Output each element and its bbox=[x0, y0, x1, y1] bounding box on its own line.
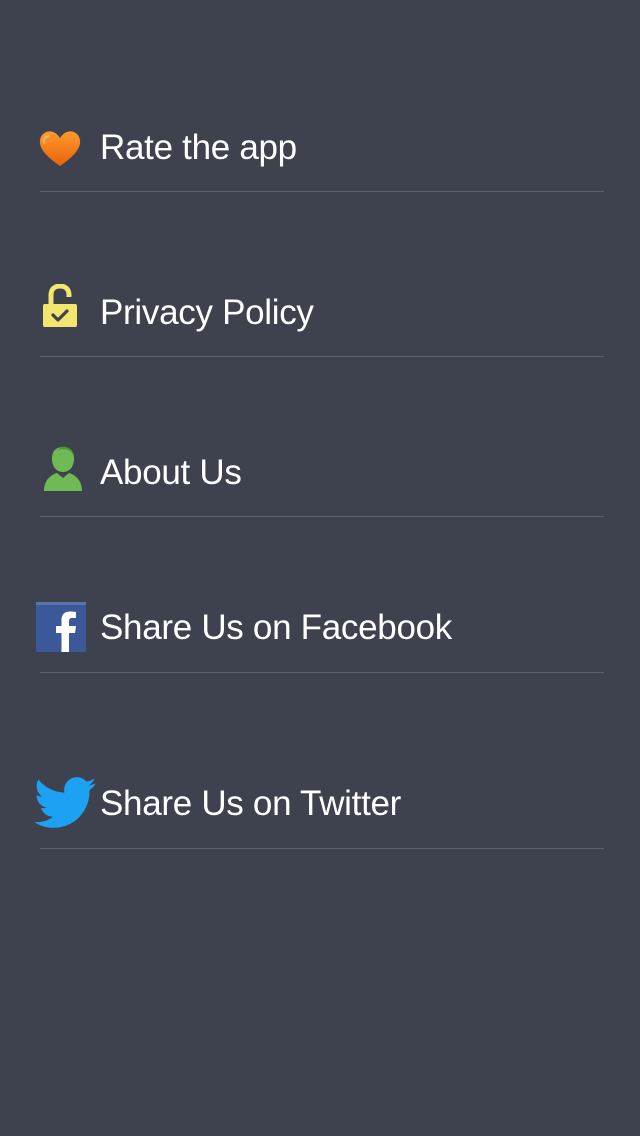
menu-item-label: Rate the app bbox=[100, 128, 297, 167]
menu-item-rate-app[interactable]: Rate the app bbox=[0, 0, 640, 192]
menu-item-label: Share Us on Twitter bbox=[100, 784, 402, 823]
heart-icon bbox=[39, 131, 81, 166]
facebook-icon bbox=[36, 602, 86, 652]
divider bbox=[40, 848, 604, 849]
unlocked-padlock-icon bbox=[43, 284, 77, 327]
person-icon bbox=[44, 446, 82, 491]
menu-item-label: About Us bbox=[100, 453, 242, 492]
twitter-icon bbox=[34, 777, 96, 828]
menu-item-label: Share Us on Facebook bbox=[100, 608, 452, 647]
menu-item-share-twitter[interactable]: Share Us on Twitter bbox=[0, 673, 640, 849]
menu-item-privacy-policy[interactable]: Privacy Policy bbox=[0, 192, 640, 357]
settings-menu: Rate the app Privacy Policy About Us Sha… bbox=[0, 0, 640, 1136]
menu-item-share-facebook[interactable]: Share Us on Facebook bbox=[0, 517, 640, 673]
menu-item-about-us[interactable]: About Us bbox=[0, 357, 640, 517]
menu-item-label: Privacy Policy bbox=[100, 293, 314, 332]
